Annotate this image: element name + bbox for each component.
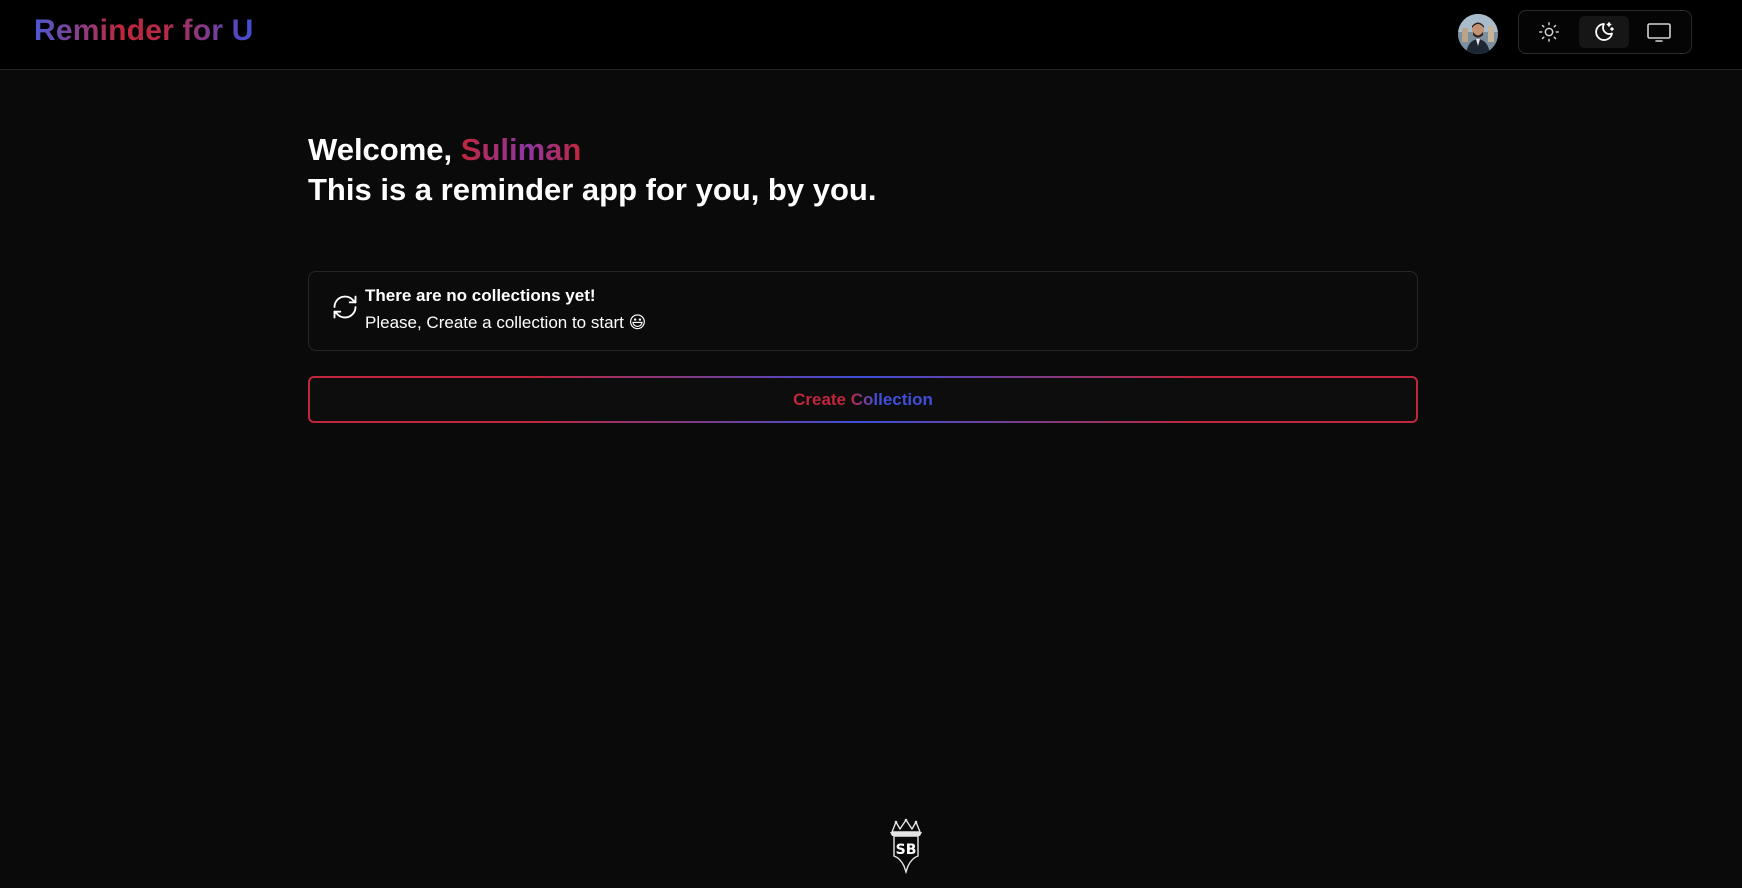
- create-collection-button[interactable]: Create Collection: [308, 376, 1418, 423]
- moon-stars-icon: [1595, 22, 1614, 41]
- welcome-prefix: Welcome,: [308, 132, 461, 167]
- top-navbar: Reminder for U: [0, 0, 1742, 70]
- footer-logo: SB: [886, 818, 926, 875]
- dark-theme-button[interactable]: [1579, 16, 1629, 48]
- tagline: This is a reminder app for you, by you.: [308, 172, 877, 207]
- avatar-image: [1458, 14, 1498, 54]
- user-name: Suliman: [460, 132, 582, 167]
- empty-collections-alert: There are no collections yet! Please, Cr…: [308, 271, 1418, 351]
- main-content: Welcome, Suliman This is a reminder app …: [308, 130, 1418, 421]
- system-theme-button[interactable]: [1634, 16, 1684, 48]
- sun-icon: [1539, 22, 1559, 42]
- light-theme-button[interactable]: [1524, 16, 1574, 48]
- logo-text: SB: [896, 842, 917, 858]
- monitor-icon: [1647, 23, 1671, 42]
- crown-logo-icon: SB: [890, 818, 922, 875]
- create-collection-label: Create Collection: [793, 389, 933, 409]
- refresh-icon: [333, 295, 357, 319]
- alert-title: There are no collections yet!: [365, 286, 596, 305]
- welcome-heading: Welcome, Suliman This is a reminder app …: [308, 130, 1418, 210]
- user-avatar[interactable]: [1458, 14, 1498, 54]
- theme-switcher: [1518, 10, 1692, 54]
- alert-message: Please, Create a collection to start 😃: [365, 313, 647, 332]
- app-logo-title[interactable]: Reminder for U: [34, 14, 254, 48]
